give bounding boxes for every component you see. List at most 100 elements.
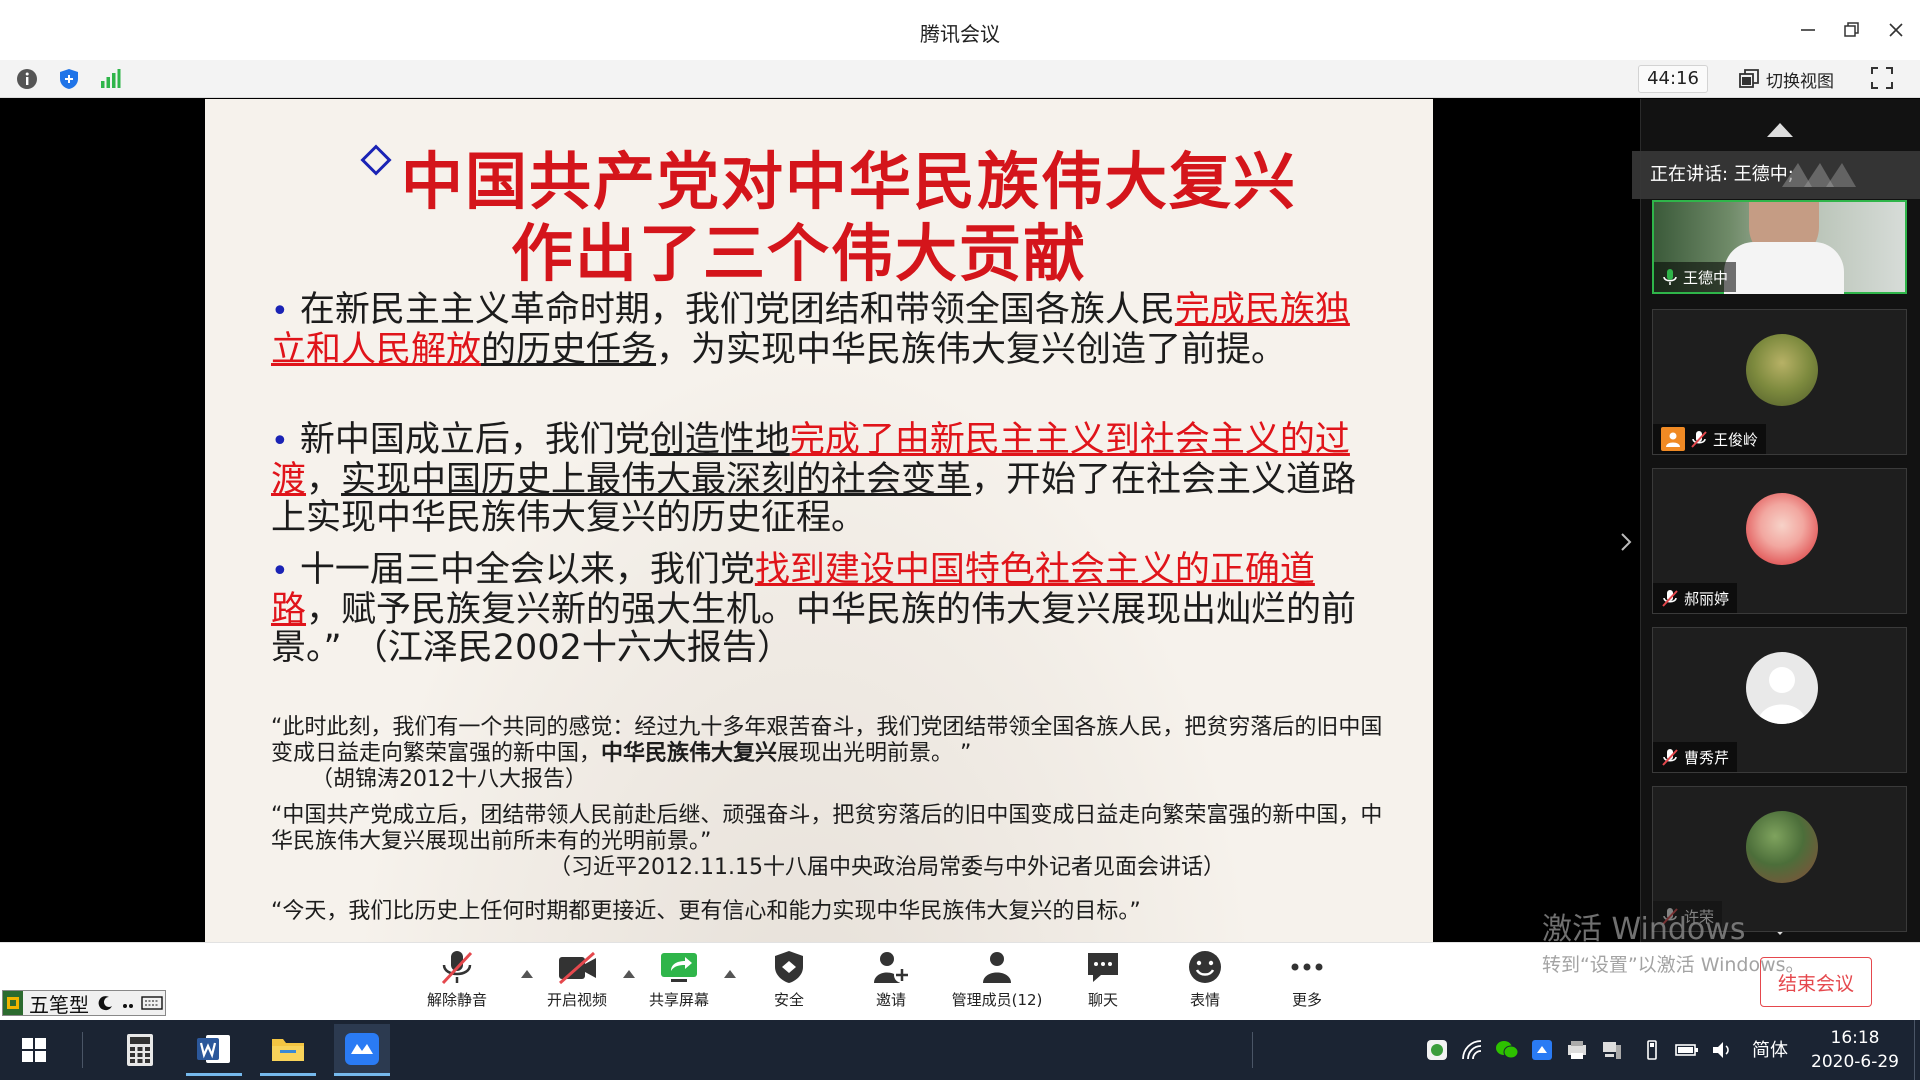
mic-on-icon xyxy=(1663,269,1677,285)
network-status-button[interactable] xyxy=(97,66,123,92)
tray-network-printer-icon[interactable] xyxy=(1565,1038,1589,1062)
bullet-dot-icon: • xyxy=(271,424,289,459)
show-desktop-button[interactable] xyxy=(1914,1020,1920,1080)
share-label: 共享屏幕 xyxy=(648,991,709,1009)
collapse-panel-icon[interactable] xyxy=(1619,531,1633,553)
bullet-dot-icon: • xyxy=(271,294,289,329)
taskbar-tencent-meeting[interactable] xyxy=(334,1024,390,1076)
quote-1-text-end: 展现出光明前景。 ” xyxy=(777,741,972,766)
taskbar-divider xyxy=(82,1032,83,1068)
participant-tile[interactable]: 王俊岭 xyxy=(1652,309,1907,455)
ime-status-bar[interactable]: 五笔型 xyxy=(2,990,166,1017)
start-button[interactable] xyxy=(6,1024,62,1076)
windows-logo-icon xyxy=(22,1038,46,1062)
taskbar-divider xyxy=(1252,1032,1253,1068)
taskbar-clock[interactable]: 16:18 2020-6-29 xyxy=(1800,1026,1910,1074)
chat-button[interactable]: 聊天 xyxy=(1048,949,1158,1015)
window-title: 腾讯会议 xyxy=(920,22,1000,46)
restore-button[interactable] xyxy=(1836,14,1868,46)
folder-icon xyxy=(272,1038,304,1061)
start-video-button[interactable]: 开启视频 xyxy=(522,949,632,1015)
bullet-3-text: 十一届三中全会以来，我们党 xyxy=(299,550,755,590)
watermark-line1: 激活 Windows xyxy=(1542,912,1746,947)
tray-battery-icon[interactable] xyxy=(1675,1038,1699,1062)
participant-namebar: 曹秀芹 xyxy=(1653,742,1738,772)
slide-quote-3: “今天，我们比历史上任何时期都更接近、更有信心和能力实现中华民族伟大复兴的目标。… xyxy=(271,899,1383,925)
manage-members-button[interactable]: 管理成员(12) xyxy=(942,949,1052,1015)
tencent-meeting-icon xyxy=(345,1032,379,1065)
invite-button[interactable]: 邀请 xyxy=(836,949,946,1015)
participant-namebar: 王俊岭 xyxy=(1653,424,1767,454)
bullet-1-text: 在新民主主义革命时期，我们党团结和带领全国各族人民 xyxy=(299,290,1175,330)
soft-keyboard-icon[interactable] xyxy=(139,995,165,1011)
emoji-button[interactable]: 表情 xyxy=(1150,949,1260,1015)
security-button[interactable]: 安全 xyxy=(734,949,844,1015)
shared-screen-area: 中国共产党对中华民族伟大复兴 作出了三个伟大贡献 • 在新民主主义革命时期，我们… xyxy=(0,99,1640,942)
slide-bullet-1: • 在新民主主义革命时期，我们党团结和带领全国各族人民完成民族独立和人民解放的历… xyxy=(271,291,1383,369)
half-width-moon-icon[interactable] xyxy=(95,995,117,1011)
switch-view-button[interactable]: 切换视图 xyxy=(1738,66,1834,92)
input-language-indicator[interactable]: 简体 xyxy=(1752,1036,1788,1062)
slide-title-line2: 作出了三个伟大贡献 xyxy=(510,217,1087,290)
participant-avatar xyxy=(1746,334,1818,406)
taskbar-file-explorer[interactable] xyxy=(260,1024,316,1076)
participant-namebar: 郝丽婷 xyxy=(1653,583,1738,613)
meeting-info-button[interactable] xyxy=(14,66,40,92)
signal-bars-icon xyxy=(101,69,121,88)
more-button[interactable]: 更多 xyxy=(1252,949,1362,1015)
shield-icon xyxy=(60,69,78,89)
more-label: 更多 xyxy=(1291,991,1322,1009)
tray-volume-icon[interactable] xyxy=(1710,1038,1734,1062)
tray-app-icon[interactable] xyxy=(1530,1038,1554,1062)
scroll-up-icon[interactable] xyxy=(1765,121,1795,139)
punctuation-icon[interactable] xyxy=(117,995,139,1011)
share-screen-icon xyxy=(661,953,697,982)
bullet-2-underline-2: 实现中国历史上最伟大最深刻的社会变革 xyxy=(341,460,972,500)
participant-video-shirt xyxy=(1724,242,1844,294)
ime-logo-icon xyxy=(3,991,23,1015)
participant-tile[interactable]: 曹秀芹 xyxy=(1652,627,1907,773)
tray-wechat-icon[interactable] xyxy=(1495,1038,1519,1062)
participant-tile[interactable]: 郝丽婷 xyxy=(1652,468,1907,614)
speaking-indicator: 正在讲话: 王德中; xyxy=(1632,151,1920,199)
quote-3-text: “今天，我们比历史上任何时期都更接近、更有信心和能力实现中华民族伟大复兴的目标。… xyxy=(271,899,1141,924)
shield-icon xyxy=(775,951,803,983)
share-screen-button[interactable]: 共享屏幕 xyxy=(624,949,734,1015)
tray-wifi-icon[interactable] xyxy=(1460,1038,1484,1062)
slide-quote-2: “中国共产党成立后，团结带领人民前赴后继、顽强奋斗，把贫穷落后的旧中国变成日益走… xyxy=(271,803,1383,881)
unmute-button[interactable]: 解除静音 xyxy=(402,949,512,1015)
fullscreen-icon xyxy=(1871,67,1893,89)
participant-name: 郝丽婷 xyxy=(1684,589,1730,608)
speaking-text: 正在讲话: 王德中; xyxy=(1650,164,1794,185)
close-icon xyxy=(1889,23,1903,37)
quote-2-source: （习近平2012.11.15十八届中央政治局常委与中外记者见面会讲话） xyxy=(549,855,1225,880)
ime-mode-label: 五笔型 xyxy=(29,992,89,1017)
members-label: 管理成员(12) xyxy=(951,991,1043,1009)
taskbar-word[interactable] xyxy=(186,1024,242,1076)
unmute-label: 解除静音 xyxy=(426,991,487,1009)
info-icon xyxy=(17,69,37,89)
meeting-timer: 44:16 xyxy=(1638,65,1708,93)
speaking-blur-icon xyxy=(1782,163,1856,187)
participant-namebar: 王德中 xyxy=(1654,262,1737,292)
video-label: 开启视频 xyxy=(546,991,607,1009)
bullet-2-comma: ， xyxy=(306,460,342,500)
quote-1-source: （胡锦涛2012十八大报告） xyxy=(311,767,587,792)
tray-computer-icon[interactable] xyxy=(1600,1038,1624,1062)
tray-usb-icon[interactable] xyxy=(1640,1038,1664,1062)
members-icon xyxy=(983,952,1011,983)
taskbar-calculator[interactable] xyxy=(112,1024,168,1076)
participant-tile-active[interactable]: 王德中 xyxy=(1652,200,1907,294)
bullet-dot-icon: • xyxy=(271,554,289,589)
calculator-icon xyxy=(127,1034,153,1066)
slide-bullet-2: • 新中国成立后，我们党创造性地完成了由新民主主义到社会主义的过渡，实现中国历史… xyxy=(271,421,1383,537)
minimize-button[interactable] xyxy=(1792,14,1824,46)
security-label: 安全 xyxy=(773,991,804,1009)
participant-avatar xyxy=(1746,493,1818,565)
switch-view-label: 切换视图 xyxy=(1766,71,1834,92)
fullscreen-button[interactable] xyxy=(1870,66,1896,92)
close-button[interactable] xyxy=(1880,14,1912,46)
tray-sync-icon[interactable] xyxy=(1425,1038,1449,1062)
security-status-button[interactable] xyxy=(56,66,82,92)
mic-muted-icon xyxy=(1662,749,1678,766)
